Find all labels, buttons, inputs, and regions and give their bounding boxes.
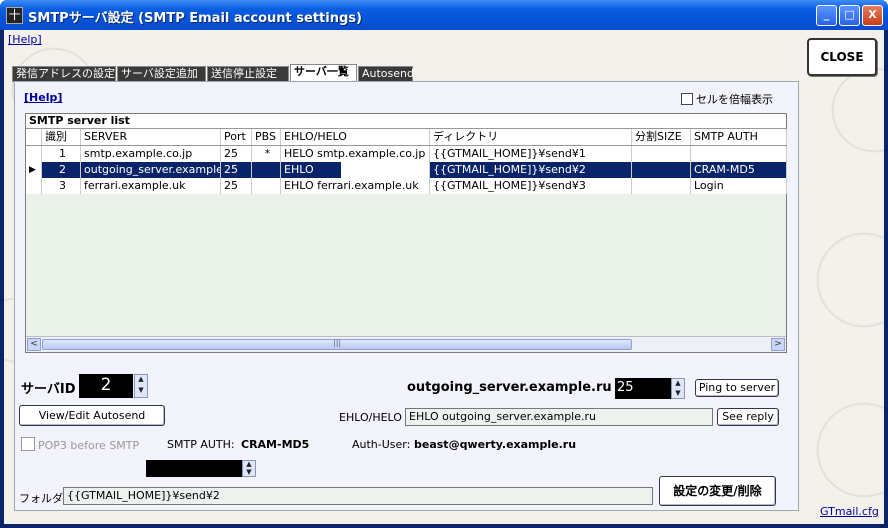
grid-caption: SMTP server list	[26, 114, 786, 129]
cell-id[interactable]: 1	[42, 146, 81, 162]
cell-smtp-auth[interactable]: Login	[691, 178, 787, 194]
cell-pbs[interactable]	[252, 162, 281, 178]
window-title: SMTPサーバ設定 (SMTP Email account settings)	[28, 11, 362, 26]
server-id-label: サーバID	[21, 382, 76, 397]
scroll-thumb[interactable]: |||	[42, 338, 632, 350]
cell-ehlo[interactable]: HELO smtp.example.co.jp	[281, 146, 430, 162]
row-indicator	[26, 146, 42, 162]
tab-sender-address[interactable]: 発信アドレスの設定	[12, 66, 116, 82]
double-width-checkbox[interactable]	[681, 93, 693, 105]
app-icon: 十	[6, 7, 23, 24]
table-row[interactable]: ▶ 2 outgoing_server.exampler 25 EHLO {{G…	[26, 162, 787, 178]
app-window: 十 SMTPサーバ設定 (SMTP Email account settings…	[0, 0, 888, 528]
pop3-label: POP3 before SMTP	[38, 439, 140, 452]
cell-port[interactable]: 25	[221, 162, 252, 178]
col-header-directory[interactable]: ディレクトリ	[430, 129, 632, 145]
server-id-spinner[interactable]: ▲ ▼	[134, 374, 148, 398]
ehlo-field[interactable]: EHLO outgoing_server.example.ru	[405, 408, 713, 426]
cell-split-size[interactable]	[632, 146, 691, 162]
col-header-pbs[interactable]: PBS	[252, 129, 281, 145]
cell-smtp-auth[interactable]: CRAM-MD5	[691, 162, 787, 178]
auth-select[interactable]	[146, 460, 242, 477]
cell-directory[interactable]: {{GTMAIL_HOME]}¥send¥3	[430, 178, 632, 194]
auth-user-label: Auth-User:	[352, 438, 411, 451]
col-header-split-size[interactable]: 分割SIZE	[632, 129, 691, 145]
pop3-toggle[interactable]: POP3 before SMTP	[21, 437, 139, 452]
server-list-panel: [Help] セルを倍幅表示 SMTP server list 識別 SERVE…	[14, 81, 799, 511]
client-area: [Help] CLOSE 発信アドレスの設定 サーバ設定追加 送信停止設定 サー…	[4, 30, 884, 524]
server-grid[interactable]: SMTP server list 識別 SERVER Port PBS EHLO…	[25, 113, 787, 353]
spin-down-icon[interactable]: ▼	[135, 386, 147, 397]
folder-label: フォルダ	[19, 492, 63, 505]
port-spinner[interactable]: ▲ ▼	[671, 378, 685, 399]
cell-pbs[interactable]: *	[252, 146, 281, 162]
tab-autosend[interactable]: Autosend	[358, 66, 414, 82]
cell-pbs[interactable]	[252, 178, 281, 194]
cell-id[interactable]: 2	[42, 162, 81, 178]
scroll-left-button[interactable]: <	[27, 338, 41, 351]
minimize-button[interactable]: _	[816, 5, 837, 26]
scroll-grip-icon: |||	[333, 338, 342, 347]
title-bar[interactable]: 十 SMTPサーバ設定 (SMTP Email account settings…	[0, 0, 888, 30]
tab-stop-sending[interactable]: 送信停止設定	[207, 66, 289, 82]
server-id-value[interactable]: 2	[79, 374, 133, 398]
cell-server[interactable]: outgoing_server.exampler	[81, 162, 221, 178]
row-indicator: ▶	[26, 162, 42, 178]
smtp-auth-value: CRAM-MD5	[241, 438, 310, 451]
ehlo-label: EHLO/HELO	[339, 411, 402, 424]
double-width-toggle[interactable]: セルを倍幅表示	[681, 91, 773, 107]
col-header-port[interactable]: Port	[221, 129, 252, 145]
col-header-ehlo[interactable]: EHLO/HELO	[281, 129, 430, 145]
auth-user-value: beast@qwerty.example.ru	[414, 438, 577, 451]
cell-port[interactable]: 25	[221, 146, 252, 162]
cell-directory[interactable]: {{GTMAIL_HOME]}¥send¥2	[430, 162, 632, 178]
see-reply-button[interactable]: See reply	[717, 408, 779, 426]
spin-down-icon[interactable]: ▼	[243, 468, 255, 477]
ping-server-button[interactable]: Ping to server	[695, 379, 779, 397]
col-header-id[interactable]: 識別	[42, 129, 81, 145]
cell-split-size[interactable]	[632, 162, 691, 178]
table-row[interactable]: 3 ferrari.example.uk 25 EHLO ferrari.exa…	[26, 178, 787, 194]
help-link-top[interactable]: [Help]	[8, 33, 42, 46]
maximize-button[interactable]: □	[839, 5, 860, 26]
header-indicator	[26, 129, 42, 145]
pop3-checkbox[interactable]	[21, 437, 35, 451]
col-header-server[interactable]: SERVER	[81, 129, 221, 145]
window-close-button[interactable]: X	[862, 5, 883, 26]
cell-ehlo[interactable]: EHLO ferrari.example.uk	[281, 178, 430, 194]
table-row[interactable]: 1 smtp.example.co.jp 25 * HELO smtp.exam…	[26, 146, 787, 162]
spin-up-icon[interactable]: ▲	[672, 379, 684, 389]
gtmail-cfg-link[interactable]: GTmail.cfg	[820, 505, 879, 518]
cell-ehlo-editing[interactable]: EHLO	[281, 162, 430, 178]
view-edit-autosend-button[interactable]: View/Edit Autosend	[19, 405, 165, 426]
server-name: outgoing_server.example.ru	[407, 380, 612, 395]
cell-port[interactable]: 25	[221, 178, 252, 194]
help-link-panel[interactable]: [Help]	[24, 91, 62, 104]
double-width-label: セルを倍幅表示	[696, 93, 773, 106]
auth-select-spinner[interactable]: ▲ ▼	[242, 460, 256, 477]
cell-server[interactable]: smtp.example.co.jp	[81, 146, 221, 162]
col-header-smtp-auth[interactable]: SMTP AUTH	[691, 129, 787, 145]
cell-directory[interactable]: {{GTMAIL_HOME]}¥send¥1	[430, 146, 632, 162]
tab-add-server[interactable]: サーバ設定追加	[117, 66, 206, 82]
cell-smtp-auth[interactable]	[691, 146, 787, 162]
spin-down-icon[interactable]: ▼	[672, 389, 684, 399]
grid-header: 識別 SERVER Port PBS EHLO/HELO ディレクトリ 分割SI…	[26, 129, 787, 146]
cell-split-size[interactable]	[632, 178, 691, 194]
port-field[interactable]: 25	[615, 378, 671, 399]
apply-changes-button[interactable]: 設定の変更/削除	[659, 476, 776, 506]
cell-server[interactable]: ferrari.example.uk	[81, 178, 221, 194]
smtp-auth-label: SMTP AUTH:	[167, 438, 235, 451]
cell-id[interactable]: 3	[42, 178, 81, 194]
scroll-right-button[interactable]: >	[771, 338, 785, 351]
row-indicator	[26, 178, 42, 194]
folder-field[interactable]: {{GTMAIL_HOME]}¥send¥2	[63, 487, 653, 505]
close-button[interactable]: CLOSE	[807, 38, 877, 76]
spin-up-icon[interactable]: ▲	[135, 375, 147, 386]
horizontal-scrollbar[interactable]: < ||| >	[26, 336, 786, 352]
